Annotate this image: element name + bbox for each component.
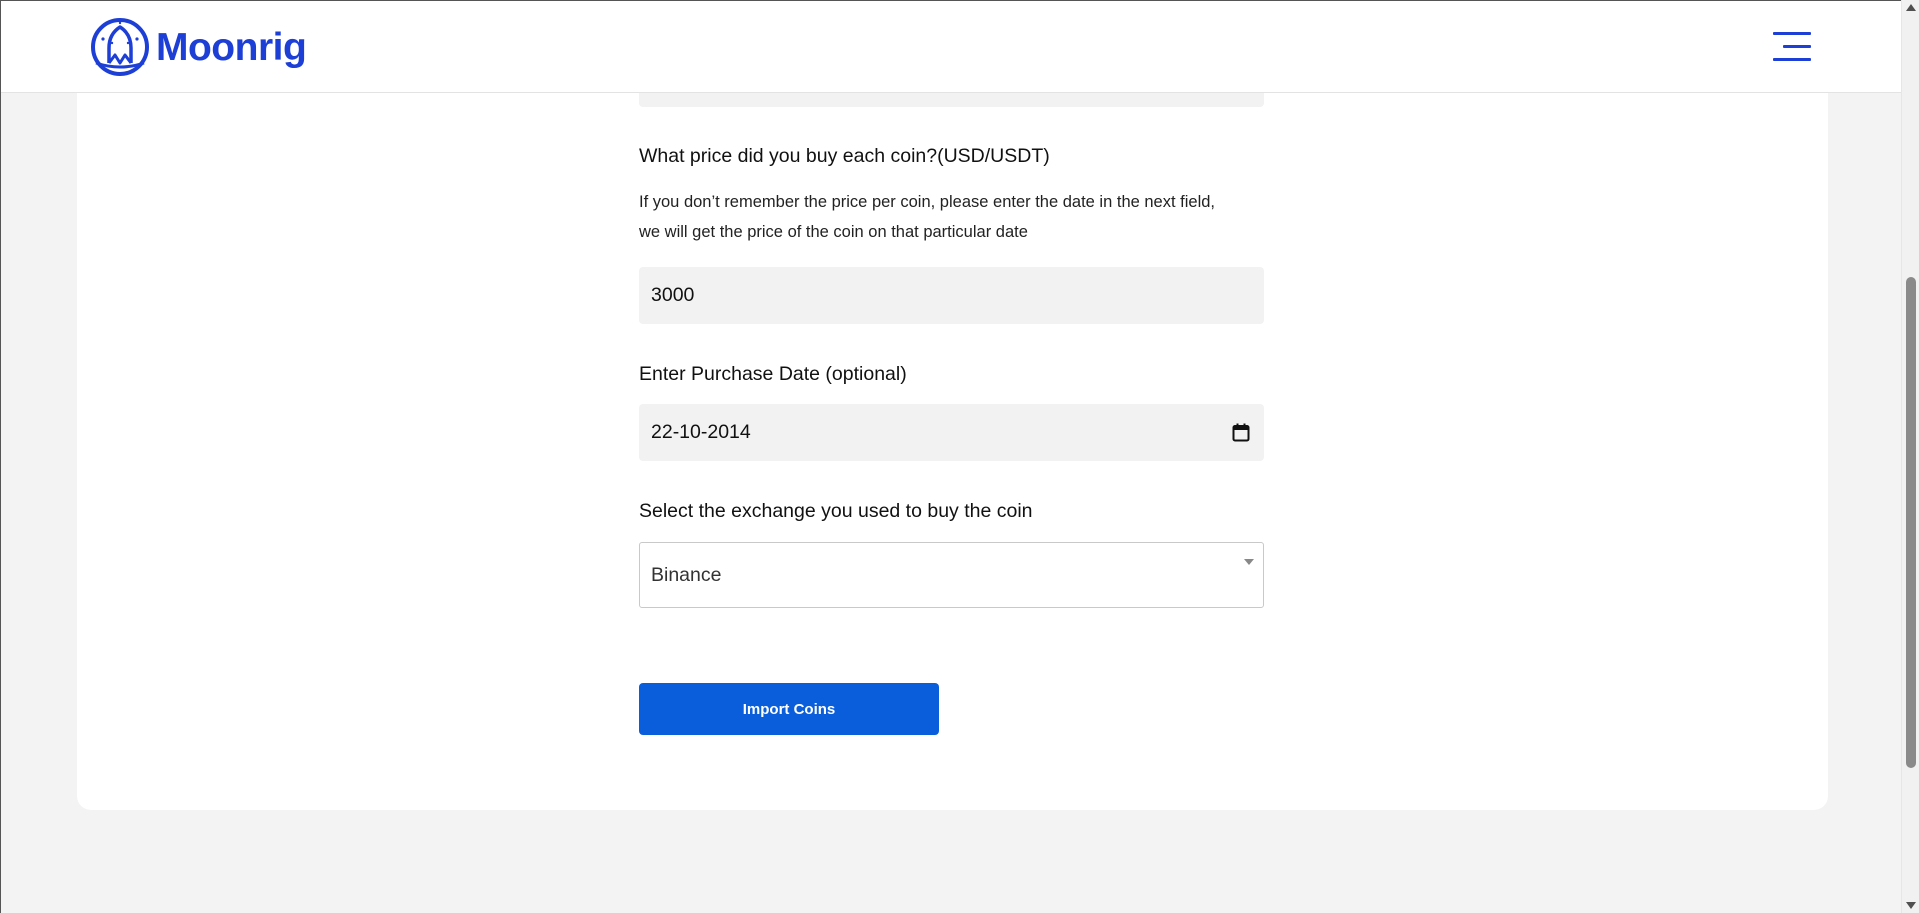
exchange-selected-value: Binance	[651, 563, 722, 586]
site-header: Moonrig	[1, 1, 1901, 93]
scroll-up-arrow-icon[interactable]	[1906, 4, 1916, 11]
vertical-scrollbar[interactable]	[1901, 0, 1919, 913]
scroll-down-arrow-icon[interactable]	[1906, 902, 1916, 909]
exchange-select[interactable]: Binance	[639, 542, 1264, 608]
price-input[interactable]: 3000	[639, 267, 1264, 324]
import-coins-button[interactable]: Import Coins	[639, 683, 939, 735]
chevron-down-icon	[1244, 559, 1254, 565]
price-label: What price did you buy each coin?(USD/US…	[639, 145, 1050, 167]
purchase-date-label: Enter Purchase Date (optional)	[639, 363, 907, 385]
price-input-value: 3000	[651, 284, 695, 306]
calendar-icon[interactable]	[1232, 423, 1250, 442]
moonrig-logo-icon	[91, 18, 149, 76]
browser-viewport: Moonrig What price did you buy each coin…	[0, 0, 1901, 913]
exchange-label: Select the exchange you used to buy the …	[639, 500, 1033, 522]
price-help-line-1: If you don’t remember the price per coin…	[639, 193, 1216, 211]
previous-field-input[interactable]	[639, 91, 1264, 107]
hamburger-menu-icon[interactable]	[1773, 32, 1811, 62]
logo-text: Moonrig	[156, 25, 307, 69]
price-help-text: If you don’t remember the price per coin…	[639, 187, 1279, 247]
purchase-date-value: 22-10-2014	[651, 421, 751, 443]
import-coins-label: Import Coins	[742, 700, 836, 718]
price-help-line-2: we will get the price of the coin on tha…	[639, 223, 1028, 241]
logo[interactable]: Moonrig	[90, 17, 307, 77]
scrollbar-thumb[interactable]	[1906, 277, 1916, 768]
purchase-date-input[interactable]: 22-10-2014	[639, 404, 1264, 461]
